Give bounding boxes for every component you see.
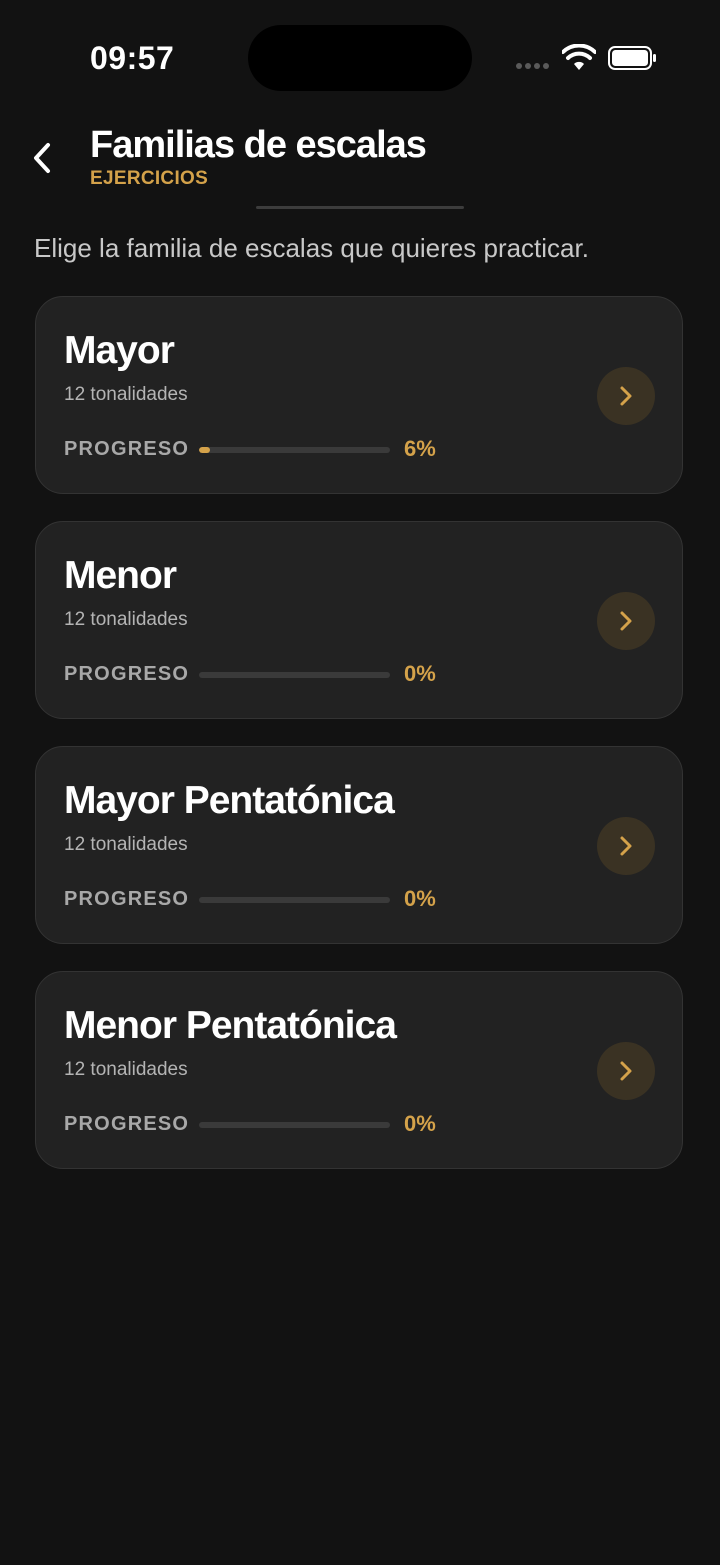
chevron-right-icon: [620, 1061, 632, 1081]
open-button[interactable]: [597, 1042, 655, 1100]
card-title: Mayor: [64, 329, 175, 372]
status-bar: 09:57: [0, 0, 720, 110]
progress-percent: 6%: [404, 436, 436, 461]
card-subtitle: 12 tonalidades: [64, 609, 188, 630]
chevron-right-icon: [620, 611, 632, 631]
open-button[interactable]: [597, 817, 655, 875]
progress-bar: [199, 897, 390, 903]
card-title: Menor Pentatónica: [64, 1004, 397, 1047]
progress-label: PROGRESO: [64, 663, 190, 685]
scale-family-card-mayor-pentatonica[interactable]: Mayor Pentatónica 12 tonalidades PROGRES…: [35, 746, 683, 944]
progress-label: PROGRESO: [64, 1113, 190, 1135]
progress-fill: [199, 447, 211, 453]
open-button[interactable]: [597, 367, 655, 425]
scale-family-card-menor[interactable]: Menor 12 tonalidades PROGRESO 0%: [35, 521, 683, 719]
status-time: 09:57: [90, 40, 175, 76]
card-title: Menor: [64, 554, 177, 597]
scale-family-card-mayor[interactable]: Mayor 12 tonalidades PROGRESO 6%: [35, 296, 683, 494]
progress-label: PROGRESO: [64, 438, 190, 460]
progress-percent: 0%: [404, 661, 436, 686]
cellular-signal-icon: [516, 63, 549, 69]
dynamic-island: [248, 25, 472, 91]
progress-percent: 0%: [404, 1111, 436, 1136]
wifi-icon: [562, 44, 596, 70]
chevron-left-icon: [34, 143, 50, 173]
chevron-right-icon: [620, 836, 632, 856]
scale-family-card-menor-pentatonica[interactable]: Menor Pentatónica 12 tonalidades PROGRES…: [35, 971, 683, 1169]
header-divider: [256, 206, 464, 209]
progress-percent: 0%: [404, 886, 436, 911]
card-title: Mayor Pentatónica: [64, 779, 395, 822]
progress-bar: [199, 672, 390, 678]
open-button[interactable]: [597, 592, 655, 650]
card-subtitle: 12 tonalidades: [64, 384, 188, 405]
progress-bar: [199, 447, 390, 453]
progress-bar: [199, 1122, 390, 1128]
page-title: Familias de escalas: [90, 124, 427, 166]
battery-icon: [608, 46, 656, 70]
page-subtitle: EJERCICIOS: [90, 168, 209, 189]
card-subtitle: 12 tonalidades: [64, 834, 188, 855]
intro-text: Elige la familia de escalas que quieres …: [34, 233, 589, 263]
chevron-right-icon: [620, 386, 632, 406]
progress-label: PROGRESO: [64, 888, 190, 910]
back-button[interactable]: [22, 138, 62, 178]
card-subtitle: 12 tonalidades: [64, 1059, 188, 1080]
